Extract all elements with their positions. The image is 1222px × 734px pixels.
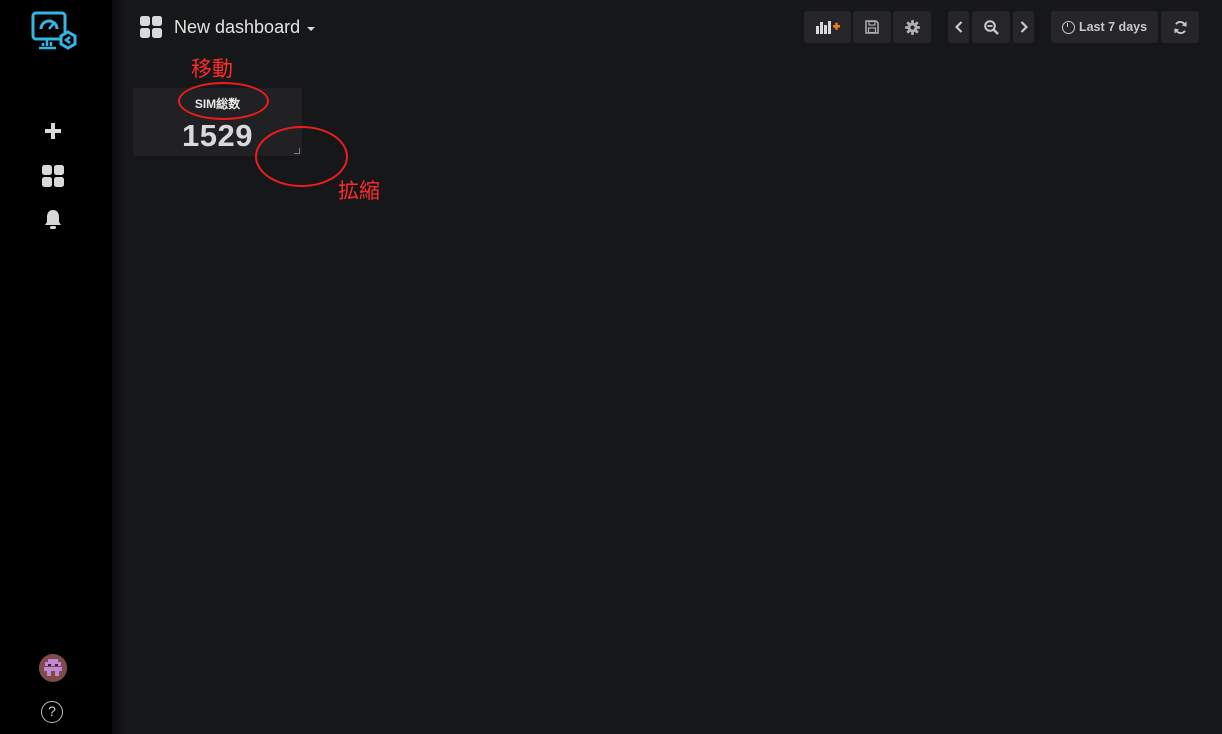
annotation-move-label: 移動 bbox=[191, 58, 233, 81]
add-panel-button[interactable] bbox=[804, 11, 851, 43]
chevron-down-icon bbox=[307, 27, 316, 31]
user-avatar[interactable] bbox=[39, 654, 67, 682]
help-icon[interactable]: ? bbox=[41, 701, 63, 723]
dashboards-icon[interactable] bbox=[39, 162, 67, 190]
time-shift-forward-button[interactable] bbox=[1013, 11, 1034, 43]
time-range-label: Last 7 days bbox=[1078, 20, 1148, 34]
chevron-right-icon bbox=[1020, 21, 1028, 33]
create-icon[interactable] bbox=[39, 117, 67, 145]
zoom-out-icon bbox=[983, 19, 999, 35]
refresh-icon bbox=[1173, 20, 1187, 34]
grafana-logo-icon[interactable] bbox=[30, 10, 80, 56]
time-picker-button[interactable]: Last 7 days bbox=[1051, 11, 1158, 43]
annotation-resize-label: 拡縮 bbox=[338, 180, 380, 203]
gear-icon bbox=[904, 19, 920, 35]
annotation-ellipse-resize bbox=[255, 126, 348, 187]
alerting-bell-icon[interactable] bbox=[39, 206, 67, 234]
time-shift-back-button[interactable] bbox=[948, 11, 969, 43]
dashboard-picker[interactable]: New dashboard bbox=[140, 14, 316, 40]
dashboard-title: New dashboard bbox=[174, 16, 301, 37]
add-panel-icon bbox=[815, 21, 840, 34]
annotation-ellipse-title bbox=[178, 82, 269, 120]
sidebar: ? bbox=[0, 0, 112, 734]
zoom-out-button[interactable] bbox=[972, 11, 1010, 43]
save-dashboard-button[interactable] bbox=[853, 11, 891, 43]
chevron-left-icon bbox=[954, 21, 962, 33]
refresh-button[interactable] bbox=[1161, 11, 1199, 43]
save-icon bbox=[865, 20, 879, 34]
dashboard-grid-icon bbox=[140, 16, 162, 38]
clock-icon bbox=[1061, 20, 1075, 34]
sidebar-shadow bbox=[112, 0, 126, 734]
dashboard-settings-button[interactable] bbox=[893, 11, 931, 43]
